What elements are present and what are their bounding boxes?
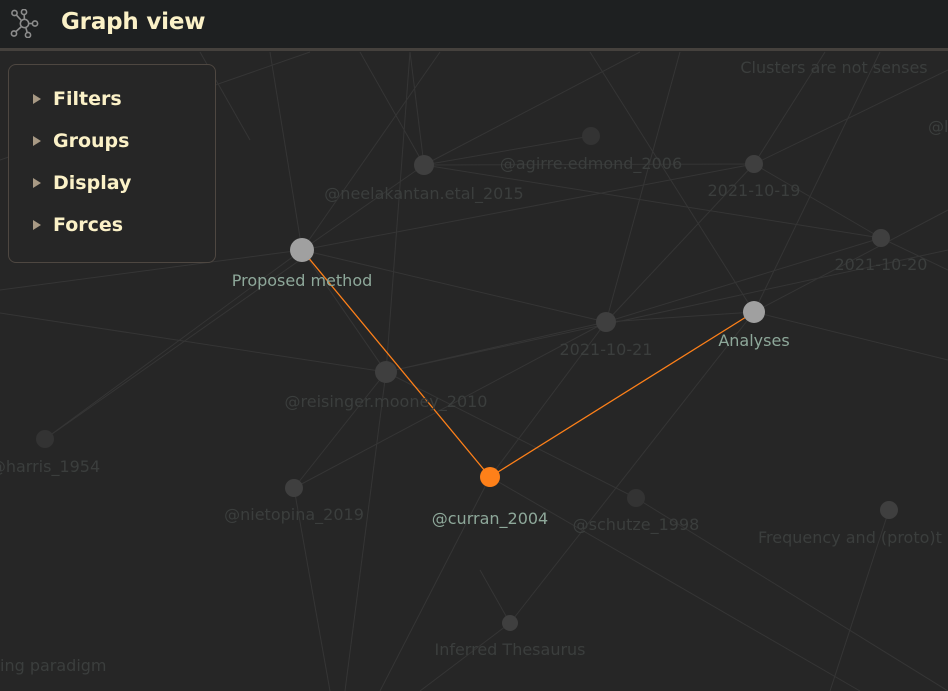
panel-item-label: Filters	[53, 88, 122, 110]
graph-edge	[753, 69, 948, 165]
graph-node-curran-2004[interactable]	[480, 467, 500, 487]
graph-node[interactable]	[880, 501, 898, 519]
graph-node[interactable]	[872, 229, 890, 247]
node-label: @nietopina_2019	[224, 505, 364, 525]
node-label: Clusters are not senses	[740, 58, 927, 77]
graph-edge	[385, 371, 637, 499]
panel-item-filters[interactable]: Filters	[33, 85, 122, 113]
triangle-right-icon	[33, 136, 41, 146]
node-label: 2021-10-20	[835, 255, 928, 274]
triangle-right-icon	[33, 94, 41, 104]
graph-edge	[605, 311, 755, 323]
node-label: Frequency and (proto)t	[758, 528, 942, 547]
graph-node[interactable]	[582, 127, 600, 145]
node-label: @l	[928, 117, 948, 136]
node-label: @neelakantan.etal_2015	[324, 184, 523, 204]
page-title: Graph view	[61, 9, 206, 35]
graph-edge	[301, 249, 387, 373]
graph-node[interactable]	[502, 615, 518, 631]
graph-edge	[301, 164, 425, 251]
node-label: @agirre.edmond_2006	[500, 154, 682, 174]
panel-item-groups[interactable]: Groups	[33, 127, 129, 155]
node-label-proposed-method: Proposed method	[232, 271, 373, 290]
graph-node-analyses[interactable]	[743, 301, 765, 323]
graph-node[interactable]	[36, 430, 54, 448]
graph-controls-panel: Filters Groups Display Forces	[8, 64, 216, 263]
triangle-right-icon	[33, 220, 41, 230]
node-label: ing paradigm	[0, 656, 107, 675]
graph-edge	[359, 51, 425, 166]
panel-item-forces[interactable]: Forces	[33, 211, 123, 239]
graph-node[interactable]	[375, 361, 397, 383]
node-label: 2021-10-19	[708, 181, 801, 200]
graph-edge	[753, 163, 882, 239]
graph-node[interactable]	[596, 312, 616, 332]
graph-node[interactable]	[627, 489, 645, 507]
graph-node[interactable]	[745, 155, 763, 173]
node-label-curran-2004: @curran_2004	[432, 509, 548, 529]
panel-item-label: Forces	[53, 214, 124, 236]
panel-item-label: Groups	[53, 130, 130, 152]
title-bar: Graph view	[0, 0, 948, 51]
graph-edge	[301, 51, 441, 251]
graph-node[interactable]	[285, 479, 303, 497]
graph-edge	[605, 51, 681, 323]
panel-item-label: Display	[53, 172, 132, 194]
node-label: Inferred Thesaurus	[434, 640, 585, 659]
node-label: 2021-10-21	[560, 340, 653, 359]
graph-edge	[269, 51, 303, 251]
node-label: @schutze_1998	[573, 515, 700, 535]
graph-node[interactable]	[414, 155, 434, 175]
triangle-right-icon	[33, 178, 41, 188]
graph-edge	[385, 51, 411, 373]
graph-edge	[0, 312, 387, 373]
panel-item-display[interactable]: Display	[33, 169, 131, 197]
graph-edge	[293, 371, 387, 489]
graph-edge	[344, 371, 387, 691]
node-label: @harris_1954	[0, 457, 100, 477]
node-label-analyses: Analyses	[718, 331, 789, 350]
node-label: @reisinger.mooney_2010	[285, 392, 488, 412]
highlighted-edge	[489, 311, 755, 478]
graph-node-proposed-method[interactable]	[290, 238, 314, 262]
graph-edge	[479, 569, 511, 624]
graph-edge	[423, 51, 641, 166]
graph-icon[interactable]	[10, 9, 39, 38]
graph-edge	[409, 51, 425, 166]
